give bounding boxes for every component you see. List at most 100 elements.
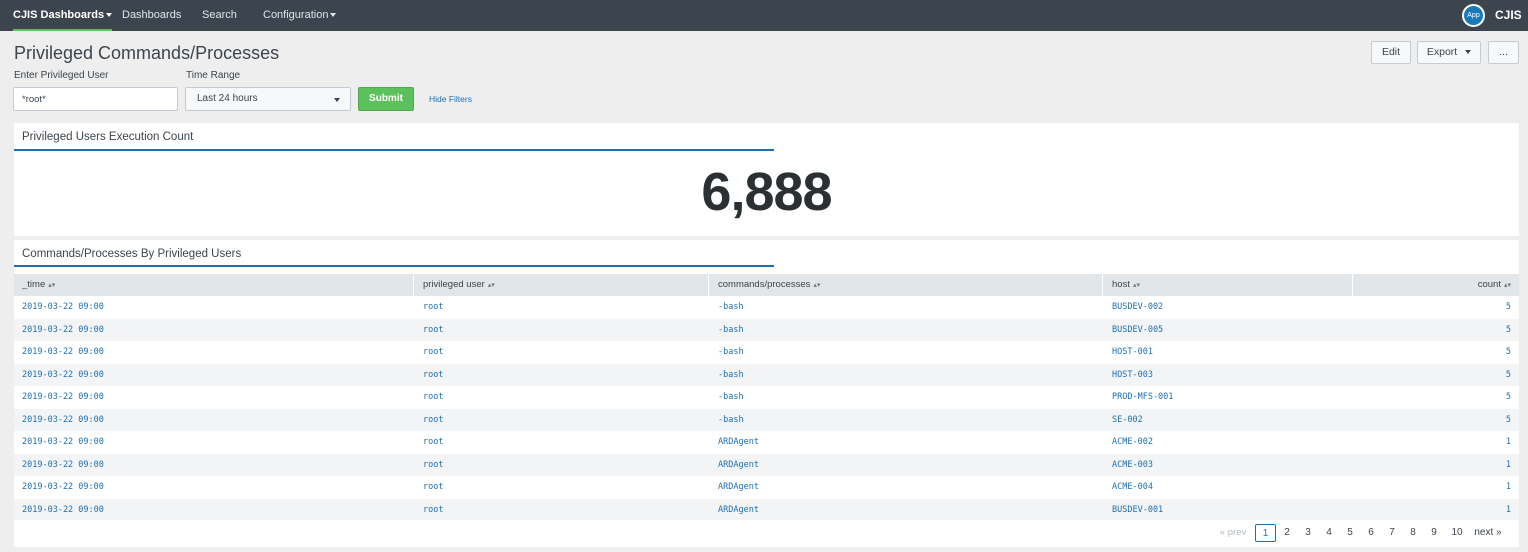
- cell-command[interactable]: ARDAgent: [718, 454, 1098, 477]
- cell-command[interactable]: ARDAgent: [718, 476, 1098, 499]
- page-2-button[interactable]: 2: [1280, 524, 1294, 542]
- column-label: count: [1477, 279, 1501, 290]
- column-header-count[interactable]: count ▴▾: [1354, 274, 1519, 296]
- cell-command[interactable]: -bash: [718, 296, 1098, 319]
- page-3-button[interactable]: 3: [1301, 524, 1315, 542]
- cell-command[interactable]: ARDAgent: [718, 499, 1098, 522]
- column-header-host[interactable]: host ▴▾: [1104, 274, 1353, 296]
- next-page-button[interactable]: next »: [1472, 524, 1504, 542]
- table-row[interactable]: 2019-03-22 09:00 root -bash BUSDEV-002 5: [14, 296, 1519, 319]
- cell-command[interactable]: -bash: [718, 341, 1098, 364]
- more-actions-button[interactable]: ...: [1488, 41, 1519, 64]
- table-row[interactable]: 2019-03-22 09:00 root ARDAgent ACME-002 1: [14, 431, 1519, 454]
- nav-configuration[interactable]: Configuration: [263, 0, 337, 31]
- cell-count[interactable]: 1: [1354, 476, 1511, 499]
- column-label: commands/processes: [718, 279, 811, 290]
- export-button[interactable]: Export: [1417, 41, 1481, 64]
- cell-count[interactable]: 1: [1354, 499, 1511, 522]
- table-row[interactable]: 2019-03-22 09:00 root -bash HOST-003 5: [14, 363, 1519, 387]
- cell-user[interactable]: root: [423, 341, 703, 364]
- cell-count[interactable]: 5: [1354, 296, 1511, 319]
- page-5-button[interactable]: 5: [1343, 524, 1357, 542]
- cell-count[interactable]: 5: [1354, 386, 1511, 409]
- cell-count[interactable]: 5: [1354, 364, 1511, 387]
- column-header-command[interactable]: commands/processes ▴▾: [710, 274, 1103, 296]
- page-1-button[interactable]: 1: [1255, 524, 1276, 542]
- page-4-button[interactable]: 4: [1322, 524, 1336, 542]
- cell-user[interactable]: root: [423, 319, 703, 342]
- page-7-button[interactable]: 7: [1385, 524, 1399, 542]
- privileged-user-input[interactable]: [13, 87, 178, 111]
- sort-icon: ▴▾: [48, 282, 56, 289]
- table-header: _time ▴▾ privileged user ▴▾ commands/proce…: [14, 274, 1519, 296]
- hide-filters-link[interactable]: Hide Filters: [429, 94, 472, 104]
- cell-count[interactable]: 1: [1354, 431, 1511, 454]
- cell-host[interactable]: PROD-MFS-001: [1112, 386, 1352, 409]
- cell-count[interactable]: 5: [1354, 341, 1511, 364]
- cell-user[interactable]: root: [423, 409, 703, 432]
- page-9-button[interactable]: 9: [1427, 524, 1441, 542]
- cell-time[interactable]: 2019-03-22 09:00: [22, 499, 402, 522]
- nav-item-label: CJIS Dashboards: [13, 9, 105, 21]
- cell-host[interactable]: ACME-004: [1112, 476, 1352, 499]
- page-8-button[interactable]: 8: [1406, 524, 1420, 542]
- table-row[interactable]: 2019-03-22 09:00 root -bash BUSDEV-005 5: [14, 318, 1519, 342]
- cell-command[interactable]: -bash: [718, 386, 1098, 409]
- table-row[interactable]: 2019-03-22 09:00 root -bash HOST-001 5: [14, 341, 1519, 364]
- cell-command[interactable]: -bash: [718, 409, 1098, 432]
- nav-dashboards[interactable]: Dashboards: [122, 0, 181, 31]
- cell-count[interactable]: 5: [1354, 409, 1511, 432]
- app-icon[interactable]: App: [1462, 4, 1485, 27]
- cell-user[interactable]: root: [423, 431, 703, 454]
- cell-host[interactable]: HOST-001: [1112, 341, 1352, 364]
- column-header-user[interactable]: privileged user ▴▾: [415, 274, 709, 296]
- table-row[interactable]: 2019-03-22 09:00 root ARDAgent ACME-004 1: [14, 476, 1519, 499]
- column-header-time[interactable]: _time ▴▾: [14, 274, 414, 296]
- cell-command[interactable]: ARDAgent: [718, 431, 1098, 454]
- chevron-down-icon: [1465, 50, 1472, 55]
- table-row[interactable]: 2019-03-22 09:00 root ARDAgent ACME-003 1: [14, 453, 1519, 477]
- panel-title-underline: [14, 149, 774, 151]
- cell-host[interactable]: BUSDEV-005: [1112, 319, 1352, 342]
- single-value[interactable]: 6,888: [14, 161, 1519, 223]
- cell-time[interactable]: 2019-03-22 09:00: [22, 296, 402, 319]
- sort-icon: ▴▾: [1503, 282, 1511, 289]
- cell-time[interactable]: 2019-03-22 09:00: [22, 476, 402, 499]
- cell-user[interactable]: root: [423, 499, 703, 522]
- time-range-select[interactable]: Last 24 hours: [185, 87, 351, 111]
- sort-icon: ▴▾: [487, 282, 495, 289]
- cell-command[interactable]: -bash: [718, 364, 1098, 387]
- cell-user[interactable]: root: [423, 386, 703, 409]
- cell-user[interactable]: root: [423, 476, 703, 499]
- prev-page-button[interactable]: « prev: [1217, 524, 1249, 542]
- cell-host[interactable]: BUSDEV-001: [1112, 499, 1352, 522]
- table-row[interactable]: 2019-03-22 09:00 root -bash PROD-MFS-001 5: [14, 386, 1519, 409]
- cell-host[interactable]: ACME-003: [1112, 454, 1352, 477]
- cell-host[interactable]: ACME-002: [1112, 431, 1352, 454]
- cell-command[interactable]: -bash: [718, 319, 1098, 342]
- cell-time[interactable]: 2019-03-22 09:00: [22, 341, 402, 364]
- cell-time[interactable]: 2019-03-22 09:00: [22, 409, 402, 432]
- cell-host[interactable]: BUSDEV-002: [1112, 296, 1352, 319]
- edit-button[interactable]: Edit: [1371, 41, 1411, 64]
- cell-user[interactable]: root: [423, 364, 703, 387]
- cell-host[interactable]: HOST-003: [1112, 364, 1352, 387]
- cell-count[interactable]: 5: [1354, 319, 1511, 342]
- table-row[interactable]: 2019-03-22 09:00 root ARDAgent BUSDEV-001 1: [14, 498, 1519, 522]
- cell-time[interactable]: 2019-03-22 09:00: [22, 431, 402, 454]
- cell-time[interactable]: 2019-03-22 09:00: [22, 364, 402, 387]
- cell-time[interactable]: 2019-03-22 09:00: [22, 319, 402, 342]
- page-10-button[interactable]: 10: [1447, 524, 1467, 542]
- cell-count[interactable]: 1: [1354, 454, 1511, 477]
- submit-button[interactable]: Submit: [358, 87, 414, 111]
- table-row[interactable]: 2019-03-22 09:00 root -bash SE-002 5: [14, 408, 1519, 432]
- cell-user[interactable]: root: [423, 454, 703, 477]
- nav-search[interactable]: Search: [202, 0, 237, 31]
- cell-host[interactable]: SE-002: [1112, 409, 1352, 432]
- cell-time[interactable]: 2019-03-22 09:00: [22, 454, 402, 477]
- page-6-button[interactable]: 6: [1364, 524, 1378, 542]
- cell-user[interactable]: root: [423, 296, 703, 319]
- export-label: Export: [1426, 46, 1458, 58]
- nav-cjis-dashboards[interactable]: CJIS Dashboards: [13, 0, 113, 31]
- cell-time[interactable]: 2019-03-22 09:00: [22, 386, 402, 409]
